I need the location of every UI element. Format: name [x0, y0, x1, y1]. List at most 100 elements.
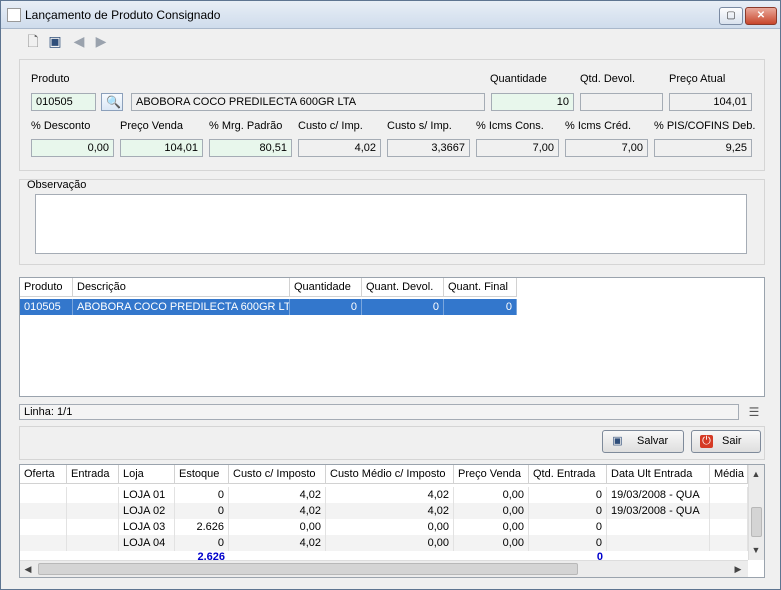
scroll-down-icon[interactable]: ▼ — [750, 545, 762, 555]
title-bar: Lançamento de Produto Consignado ▢ ✕ — [1, 1, 780, 29]
menu-lines-icon[interactable]: ☰ — [747, 405, 761, 419]
cell-entrada — [67, 487, 119, 503]
cell-data-ult-entrada — [607, 535, 710, 551]
cell-custo-imposto: 4,02 — [229, 535, 326, 551]
cell-custo-medio: 0,00 — [326, 535, 454, 551]
preco-venda-label: Preço Venda — [120, 120, 183, 132]
observacao-textarea[interactable] — [35, 194, 747, 254]
power-icon: ⏻ — [700, 435, 713, 448]
cell-qtd-entrada: 0 — [529, 503, 607, 519]
custo-c-imp-label: Custo c/ Imp. — [298, 120, 363, 132]
qtd-devol-field — [580, 93, 663, 111]
cell-media — [710, 519, 748, 535]
cell-custo-imposto: 4,02 — [229, 487, 326, 503]
cell-preco-venda: 0,00 — [454, 535, 529, 551]
cell-loja: LOJA 01 — [119, 487, 175, 503]
cell-oferta — [20, 487, 67, 503]
magnifier-icon: 🔍 — [106, 95, 121, 109]
stock-vertical-scrollbar[interactable]: ▲ ▼ — [748, 465, 764, 560]
preco-venda-input[interactable]: 104,01 — [120, 139, 203, 157]
scroll-right-icon[interactable]: ▶ — [732, 564, 744, 575]
sair-button[interactable]: ⏻ Sair — [691, 430, 761, 453]
cell-custo-medio: 4,02 — [326, 487, 454, 503]
scroll-left-icon[interactable]: ◀ — [22, 564, 34, 575]
product-search-button[interactable]: 🔍 — [101, 93, 123, 111]
quantidade-label: Quantidade — [490, 73, 547, 85]
cell-custo-imposto: 4,02 — [229, 503, 326, 519]
cell-oferta — [20, 535, 67, 551]
cell-media — [710, 503, 748, 519]
items-col-quant-final[interactable]: Quant. Final — [444, 278, 517, 297]
cell-oferta — [20, 503, 67, 519]
icms-cred-label: % Icms Créd. — [565, 120, 632, 132]
produto-description-field: ABOBORA COCO PREDILECTA 600GR LTA — [131, 93, 485, 111]
observacao-label: Observação — [27, 179, 87, 191]
cell-estoque: 2.626 — [175, 519, 229, 535]
cell-loja: LOJA 02 — [119, 503, 175, 519]
preco-atual-label: Preço Atual — [669, 73, 726, 85]
pis-cofins-field: 9,25 — [654, 139, 752, 157]
stock-col-preco-venda[interactable]: Preço Venda — [454, 465, 529, 484]
arrow-right-icon[interactable]: ▶ — [93, 33, 109, 49]
stock-col-custo-medio[interactable]: Custo Médio c/ Imposto — [326, 465, 454, 484]
items-col-quant-devol[interactable]: Quant. Devol. — [362, 278, 444, 297]
cell-preco-venda: 0,00 — [454, 503, 529, 519]
arrow-left-icon[interactable]: ◀ — [71, 33, 87, 49]
cell-custo-imposto: 0,00 — [229, 519, 326, 535]
save-disk-icon: ▣ — [612, 435, 623, 447]
produto-code-input[interactable]: 010505 — [31, 93, 96, 111]
cell-quant-final: 0 — [444, 299, 517, 315]
preco-atual-field: 104,01 — [669, 93, 752, 111]
stock-col-qtd-entrada[interactable]: Qtd. Entrada — [529, 465, 607, 484]
pis-cofins-label: % PIS/COFINS Deb. — [654, 120, 756, 132]
cell-loja: LOJA 03 — [119, 519, 175, 535]
cell-quant-devol: 0 — [362, 299, 444, 315]
items-col-quantidade[interactable]: Quantidade — [290, 278, 362, 297]
cell-entrada — [67, 535, 119, 551]
stock-col-custo-imposto[interactable]: Custo c/ Imposto — [229, 465, 326, 484]
custo-s-imp-field: 3,3667 — [387, 139, 470, 157]
cell-loja: LOJA 04 — [119, 535, 175, 551]
vertical-scroll-thumb[interactable] — [751, 507, 762, 537]
cell-qtd-entrada: 0 — [529, 519, 607, 535]
cell-estoque: 0 — [175, 487, 229, 503]
cell-entrada — [67, 519, 119, 535]
cell-media — [710, 535, 748, 551]
new-document-icon[interactable]: 🗋 — [25, 33, 41, 49]
quantidade-input[interactable]: 10 — [491, 93, 574, 111]
stock-col-estoque[interactable]: Estoque — [175, 465, 229, 484]
stock-horizontal-scrollbar[interactable]: ◀ ▶ — [20, 560, 748, 577]
cell-produto: 010505 — [20, 299, 73, 315]
items-table: Produto Descrição Quantidade Quant. Devo… — [19, 277, 765, 397]
custo-c-imp-field: 4,02 — [298, 139, 381, 157]
cell-custo-medio: 0,00 — [326, 519, 454, 535]
stock-col-entrada[interactable]: Entrada — [67, 465, 119, 484]
stock-col-data-ult-entrada[interactable]: Data Ult Entrada — [607, 465, 710, 484]
mrg-padrao-input[interactable]: 80,51 — [209, 139, 292, 157]
cell-estoque: 0 — [175, 503, 229, 519]
maximize-button[interactable]: ▢ — [719, 7, 743, 25]
row-status: Linha: 1/1 — [19, 404, 739, 420]
desconto-label: % Desconto — [31, 120, 91, 132]
window-title: Lançamento de Produto Consignado — [25, 8, 221, 22]
cell-preco-venda: 0,00 — [454, 519, 529, 535]
stock-col-oferta[interactable]: Oferta — [20, 465, 67, 484]
stock-table: Oferta Entrada Loja Estoque Custo c/ Imp… — [19, 464, 765, 578]
cell-media — [710, 487, 748, 503]
cell-descricao: ABOBORA COCO PREDILECTA 600GR LTA — [73, 299, 290, 315]
save-disk-icon[interactable]: ▣ — [47, 33, 63, 49]
items-col-descricao[interactable]: Descrição — [73, 278, 290, 297]
scroll-up-icon[interactable]: ▲ — [750, 469, 762, 479]
mrg-padrao-label: % Mrg. Padrão — [209, 120, 283, 132]
main-window: Lançamento de Produto Consignado ▢ ✕ 🗋 ▣… — [0, 0, 781, 590]
icms-cred-field: 7,00 — [565, 139, 648, 157]
desconto-input[interactable]: 0,00 — [31, 139, 114, 157]
salvar-button[interactable]: ▣ Salvar — [602, 430, 684, 453]
stock-col-media[interactable]: Média — [710, 465, 748, 484]
items-col-produto[interactable]: Produto — [20, 278, 73, 297]
icms-cons-field: 7,00 — [476, 139, 559, 157]
stock-col-loja[interactable]: Loja — [119, 465, 175, 484]
close-button[interactable]: ✕ — [745, 7, 777, 25]
custo-s-imp-label: Custo s/ Imp. — [387, 120, 452, 132]
horizontal-scroll-thumb[interactable] — [38, 563, 578, 575]
